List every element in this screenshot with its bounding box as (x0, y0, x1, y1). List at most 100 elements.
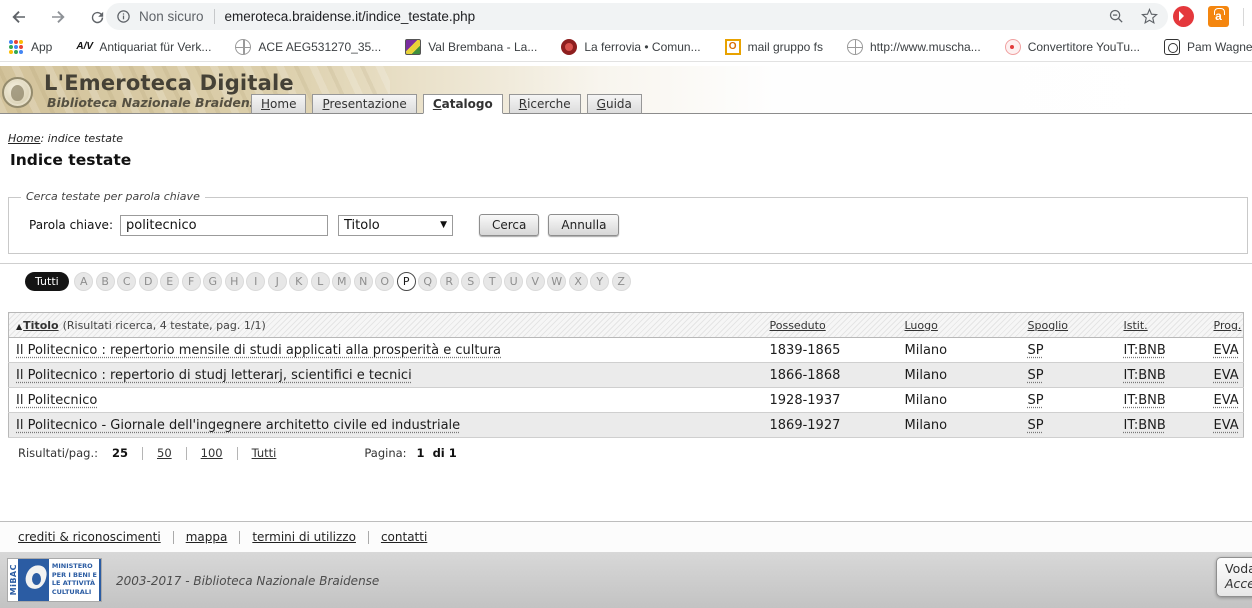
alphabet-letter-z[interactable]: Z (612, 272, 631, 291)
bookmark-muscha[interactable]: http://www.muscha... (847, 39, 981, 55)
zoom-out-icon[interactable] (1108, 8, 1125, 25)
bookmark-antiquariat[interactable]: A/V Antiquariat für Verk... (76, 39, 211, 55)
title-link[interactable]: Il Politecnico (16, 393, 97, 408)
alphabet-letter-i[interactable]: I (246, 272, 265, 291)
spoglio-link[interactable]: SP (1028, 368, 1044, 383)
istit-link[interactable]: IT:BNB (1124, 393, 1166, 408)
pagination: Risultati/pag.: 25 50 100 Tutti Pagina: … (18, 446, 457, 460)
prog-link[interactable]: EVA (1214, 393, 1239, 408)
reload-icon[interactable] (86, 6, 108, 28)
table-header-row: ▲Titolo(Risultati ricerca, 4 testate, pa… (9, 313, 1244, 338)
braidense-seal-icon (2, 77, 33, 108)
bookmark-convertitore[interactable]: Convertitore YouTu... (1005, 39, 1140, 55)
per-page-100[interactable]: 100 (201, 446, 223, 460)
tab-ricerche[interactable]: Ricerche (509, 94, 581, 114)
alphabet-letter-f[interactable]: F (182, 272, 201, 291)
bookmark-mail-gruppo-fs[interactable]: O mail gruppo fs (725, 39, 823, 55)
column-header-istit[interactable]: Istit. (1124, 319, 1148, 332)
forward-icon[interactable] (47, 6, 69, 28)
tab-catalogo[interactable]: Catalogo (423, 94, 503, 114)
toolbar-separator (1243, 8, 1244, 26)
sitemap-link[interactable]: mappa (186, 530, 228, 544)
istit-link[interactable]: IT:BNB (1124, 343, 1166, 358)
column-header-spoglio[interactable]: Spoglio (1028, 319, 1069, 332)
search-field-select[interactable]: Titolo ▼ (338, 215, 453, 236)
alphabet-letter-v[interactable]: V (526, 272, 545, 291)
alphabet-letter-r[interactable]: R (440, 272, 459, 291)
alphabet-letter-k[interactable]: K (289, 272, 308, 291)
bookmark-la-ferrovia[interactable]: La ferrovia • Comun... (561, 39, 700, 55)
footer-links: crediti & riconoscimenti mappa termini d… (0, 521, 1252, 552)
sort-asc-icon: ▲ (16, 322, 22, 331)
alphabet-letter-t[interactable]: T (483, 272, 502, 291)
alphabet-letter-s[interactable]: S (461, 272, 480, 291)
bookmark-pam-wagners[interactable]: Pam Wagners's (pa... (1164, 39, 1252, 55)
title-link[interactable]: Il Politecnico : repertorio mensile di s… (16, 343, 501, 358)
tab-guida[interactable]: Guida (587, 94, 642, 114)
globe-icon (847, 39, 863, 55)
alphabet-letter-u[interactable]: U (504, 272, 523, 291)
alphabet-letter-m[interactable]: M (332, 272, 351, 291)
security-label[interactable]: Non sicuro (139, 9, 204, 24)
page-content: L'Emeroteca Digitale Biblioteca Nazional… (0, 62, 1252, 608)
alphabet-letter-c[interactable]: C (117, 272, 136, 291)
credits-link[interactable]: crediti & riconoscimenti (18, 530, 161, 544)
alphabet-letter-g[interactable]: G (203, 272, 222, 291)
prog-link[interactable]: EVA (1214, 418, 1239, 433)
search-fieldset: Cerca testate per parola chiave Parola c… (8, 197, 1248, 254)
total-pages: di 1 (433, 446, 457, 460)
bookmark-apps[interactable]: App (8, 39, 52, 55)
column-header-prog[interactable]: Prog. (1214, 319, 1242, 332)
istit-link[interactable]: IT:BNB (1124, 418, 1166, 433)
breadcrumb-home-link[interactable]: Home (8, 132, 40, 145)
alphabet-letter-p[interactable]: P (397, 272, 416, 291)
url-text[interactable]: emeroteca.braidense.it/indice_testate.ph… (225, 9, 476, 24)
alphabet-letter-h[interactable]: H (225, 272, 244, 291)
spoglio-link[interactable]: SP (1028, 343, 1044, 358)
tab-presentazione[interactable]: Presentazione (312, 94, 416, 114)
table-row: Il Politecnico 1928-1937 Milano SP IT:BN… (9, 388, 1244, 413)
title-link[interactable]: Il Politecnico : repertorio di studj let… (16, 368, 412, 383)
prog-link[interactable]: EVA (1214, 368, 1239, 383)
spoglio-link[interactable]: SP (1028, 418, 1044, 433)
bookmark-ace[interactable]: ACE AEG531270_35... (235, 39, 381, 55)
column-header-posseduto[interactable]: Posseduto (770, 319, 826, 332)
search-button[interactable]: Cerca (479, 214, 539, 236)
keyword-input[interactable] (120, 215, 328, 236)
alphabet-all-button[interactable]: Tutti (25, 272, 69, 291)
url-bar[interactable]: Non sicuro emeroteca.braidense.it/indice… (106, 3, 1168, 30)
extension-amazon-icon[interactable]: a (1208, 6, 1229, 27)
alphabet-letter-q[interactable]: Q (418, 272, 437, 291)
alphabet-letter-w[interactable]: W (547, 272, 566, 291)
bookmark-val-brembana[interactable]: Val Brembana - La... (405, 39, 537, 55)
prog-link[interactable]: EVA (1214, 343, 1239, 358)
alphabet-letter-e[interactable]: E (160, 272, 179, 291)
alphabet-letter-x[interactable]: X (569, 272, 588, 291)
title-link[interactable]: Il Politecnico - Giornale dell'ingegnere… (16, 418, 460, 433)
tab-home[interactable]: Home (251, 94, 306, 114)
alphabet-letter-n[interactable]: N (354, 272, 373, 291)
istit-link[interactable]: IT:BNB (1124, 368, 1166, 383)
alphabet-letter-b[interactable]: B (96, 272, 115, 291)
per-page-all[interactable]: Tutti (252, 446, 277, 460)
extension-red-icon[interactable] (1173, 6, 1194, 27)
alphabet-letter-d[interactable]: D (139, 272, 158, 291)
table-row: Il Politecnico : repertorio mensile di s… (9, 338, 1244, 363)
alphabet-letter-l[interactable]: L (311, 272, 330, 291)
alphabet-letter-o[interactable]: O (375, 272, 394, 291)
red-badge-icon (561, 39, 577, 55)
reset-button[interactable]: Annulla (548, 214, 619, 236)
alphabet-letter-y[interactable]: Y (590, 272, 609, 291)
alphabet-letter-j[interactable]: J (268, 272, 287, 291)
info-icon[interactable] (116, 9, 131, 24)
alphabet-letter-a[interactable]: A (74, 272, 93, 291)
per-page-50[interactable]: 50 (157, 446, 172, 460)
column-header-luogo[interactable]: Luogo (905, 319, 938, 332)
back-icon[interactable] (8, 6, 30, 28)
column-header-titolo[interactable]: Titolo (23, 319, 58, 332)
bookmark-star-icon[interactable] (1141, 8, 1158, 25)
terms-link[interactable]: termini di utilizzo (252, 530, 356, 544)
vodafone-popup[interactable]: Vodaf Access (1216, 557, 1252, 597)
spoglio-link[interactable]: SP (1028, 393, 1044, 408)
contacts-link[interactable]: contatti (381, 530, 427, 544)
